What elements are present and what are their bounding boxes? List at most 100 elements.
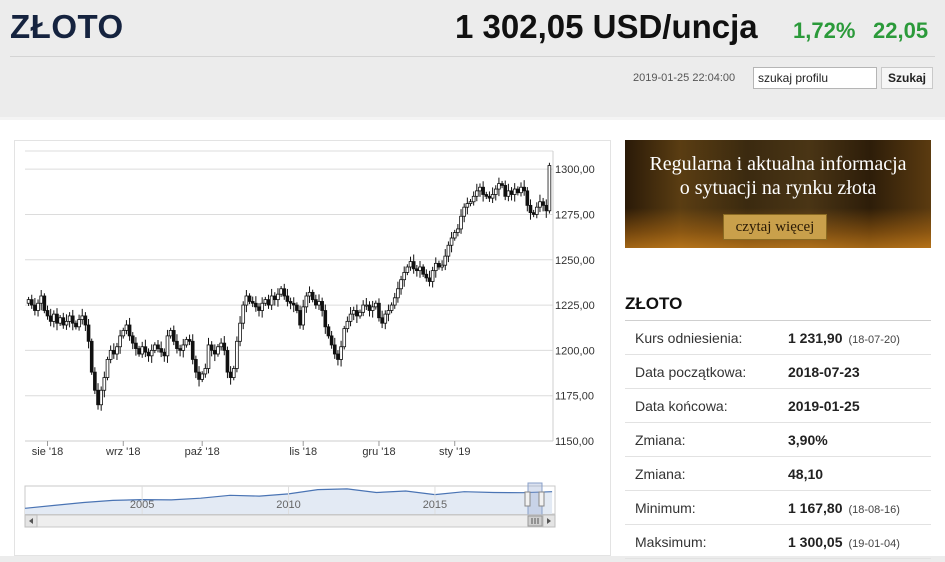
candle-down xyxy=(285,295,290,302)
info-label: Data końcowa: xyxy=(635,398,728,414)
candle-down xyxy=(89,340,94,373)
candle-up xyxy=(392,297,397,306)
search-button[interactable]: Szukaj xyxy=(881,67,933,89)
info-value: 1 231,90 (18-07-20) xyxy=(788,330,900,346)
candle-down xyxy=(162,351,167,357)
candle-up xyxy=(115,346,119,355)
candle-up xyxy=(301,306,306,326)
candle-up xyxy=(358,311,362,317)
candle-down xyxy=(61,317,66,326)
candle-down xyxy=(282,288,287,297)
candle-down xyxy=(55,313,59,324)
info-value: 1 167,80 (18-08-16) xyxy=(788,500,900,516)
candle-down xyxy=(45,310,50,317)
candle-down xyxy=(250,301,255,304)
candle-down xyxy=(481,186,485,195)
candle-down xyxy=(329,335,334,346)
candle-down xyxy=(194,359,198,373)
chart-svg: 1300,00 1275,00 1250,00 1225,00 1200,00 1175,… xyxy=(24,150,595,528)
info-label: Maksimum: xyxy=(635,534,707,550)
search-input[interactable] xyxy=(753,67,877,89)
candle-down xyxy=(127,324,132,337)
read-more-button[interactable]: czytaj więcej xyxy=(723,214,827,240)
y-tick-label: 1200,00 xyxy=(555,345,595,357)
info-row-maximum: Maksimum: 1 300,05 (19-01-04) xyxy=(625,525,931,559)
info-row-minimum: Minimum: 1 167,80 (18-08-16) xyxy=(625,491,931,525)
candle-down xyxy=(437,262,441,268)
candle-down xyxy=(143,346,148,353)
candle-up xyxy=(389,304,394,311)
candle-down xyxy=(70,315,75,324)
info-value: 3,90% xyxy=(788,432,828,448)
x-tick-label: sie '18 xyxy=(32,446,63,458)
info-value-text: 1 300,05 xyxy=(788,534,843,550)
candle-down xyxy=(156,344,160,349)
navigator-year-label: 2010 xyxy=(276,499,300,511)
candle-down xyxy=(298,310,302,326)
navigator-handle-left[interactable] xyxy=(524,491,531,507)
candle-up xyxy=(374,302,378,308)
candle-up xyxy=(64,320,69,326)
candle-up xyxy=(449,237,454,246)
candle-up xyxy=(519,186,523,194)
scrollbar-track[interactable] xyxy=(24,514,556,528)
candle-down xyxy=(134,342,138,349)
y-tick-label: 1150,00 xyxy=(555,436,594,448)
candle-down xyxy=(228,371,233,378)
info-label: Minimum: xyxy=(635,500,696,516)
candle-down xyxy=(509,190,514,195)
candle-up xyxy=(339,346,343,360)
candle-up xyxy=(241,304,246,324)
candle-up xyxy=(459,215,463,230)
candle-down xyxy=(411,261,416,270)
candle-up xyxy=(446,244,451,257)
page-title: ZŁOTO xyxy=(10,8,124,45)
candle-up xyxy=(153,344,157,351)
candle-up xyxy=(206,344,211,369)
candle-up xyxy=(244,295,249,306)
candle-down xyxy=(380,317,384,324)
candle-up xyxy=(468,201,473,204)
candle-up xyxy=(231,368,236,378)
candle-up xyxy=(345,320,350,330)
candle-down xyxy=(487,195,492,199)
candle-up xyxy=(361,304,365,313)
candle-down xyxy=(190,340,195,360)
candle-down xyxy=(500,183,504,186)
info-label: Kurs odniesienia: xyxy=(635,330,743,346)
candle-down xyxy=(291,302,296,306)
price-chart[interactable]: 1300,00 1275,00 1250,00 1225,00 1200,00 1175,… xyxy=(14,140,611,556)
candle-up xyxy=(418,266,422,272)
candle-down xyxy=(367,304,372,311)
candle-down xyxy=(288,301,293,304)
candle-up xyxy=(370,306,375,311)
candle-down xyxy=(96,389,100,406)
candle-down xyxy=(516,188,520,194)
navigator-year-label: 2015 xyxy=(423,499,447,511)
candle-up xyxy=(165,335,170,357)
info-row-reference: Kurs odniesienia: 1 231,90 (18-07-20) xyxy=(625,321,931,355)
candle-down xyxy=(295,304,299,311)
candle-up xyxy=(351,310,356,315)
candle-up xyxy=(342,328,347,348)
promo-banner[interactable]: Regularna i aktualna informacja o sytuac… xyxy=(625,140,931,248)
candle-down xyxy=(146,351,151,357)
change-percent: 1,72% xyxy=(793,18,856,43)
info-label: Zmiana: xyxy=(635,466,686,482)
y-tick-label: 1225,00 xyxy=(555,300,595,312)
candle-down xyxy=(541,201,545,206)
candle-down xyxy=(137,348,141,355)
candle-down xyxy=(48,315,53,322)
candle-up xyxy=(547,165,552,212)
navigator-handle-right[interactable] xyxy=(538,491,545,507)
banner-line-2: o sytuacji na rynku złota xyxy=(679,177,877,199)
candle-up xyxy=(99,389,103,406)
candle-up xyxy=(386,310,391,315)
info-value: 2019-01-25 xyxy=(788,398,860,414)
candle-up xyxy=(276,293,280,301)
info-title: ZŁOTO xyxy=(625,294,683,313)
candle-up xyxy=(149,349,154,357)
candle-up xyxy=(102,377,107,391)
x-tick-label: sty '19 xyxy=(439,446,470,458)
candle-up xyxy=(67,315,72,322)
